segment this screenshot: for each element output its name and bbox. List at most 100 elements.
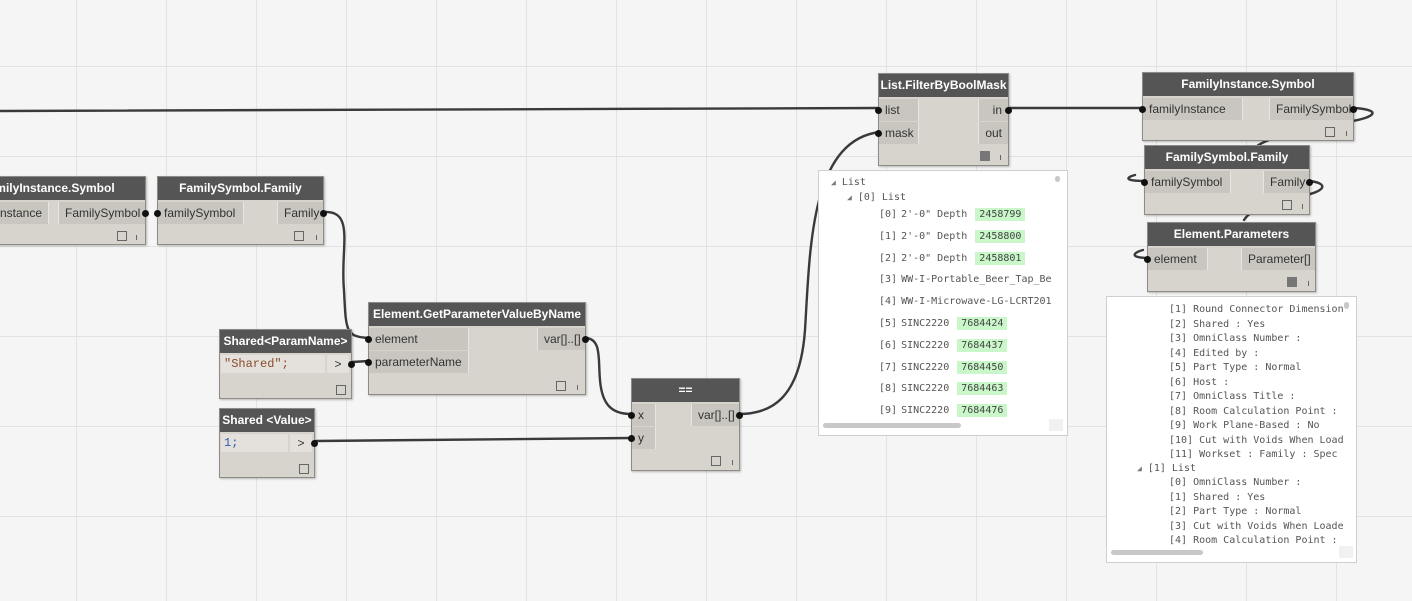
input-connector[interactable] <box>365 336 372 343</box>
port-in[interactable]: in <box>978 99 1008 121</box>
port-element[interactable]: element <box>1148 248 1208 270</box>
node-title[interactable]: Shared <Value> <box>220 409 314 432</box>
port-parameter-list[interactable]: Parameter[] <box>1241 248 1315 270</box>
resize-grip-icon[interactable] <box>136 235 137 240</box>
node-title[interactable]: == <box>632 379 739 402</box>
element-id-badge[interactable]: 7684424 <box>957 317 1008 330</box>
output-connector[interactable] <box>582 336 589 343</box>
port-familysymbol[interactable]: FamilySymbol <box>1269 98 1353 120</box>
port-y[interactable]: y <box>632 427 656 449</box>
preview-list-item[interactable]: [4] Room Calculation Point : <box>1169 533 1338 549</box>
port-familysymbol[interactable]: familySymbol <box>1145 171 1231 193</box>
node-list-filterbyboolmask[interactable]: List.FilterByBoolMask list mask in out <box>875 73 1012 166</box>
preview-list-item[interactable]: [7] SINC2220 7684450 <box>879 360 1008 376</box>
output-arrow[interactable]: > <box>327 355 349 373</box>
preview-toggle-icon[interactable] <box>1287 277 1297 287</box>
code-block-input[interactable]: "Shared"; <box>221 355 325 373</box>
output-connector[interactable] <box>1306 179 1313 186</box>
node-element-parameters[interactable]: Element.Parameters element Parameter[] <box>1144 222 1316 292</box>
node-equals[interactable]: == x y var[]..[] <box>628 378 743 471</box>
output-connector[interactable] <box>142 210 149 217</box>
input-connector[interactable] <box>1141 179 1148 186</box>
preview-toggle-icon[interactable] <box>1325 127 1335 137</box>
output-connector[interactable] <box>348 361 355 368</box>
input-connector[interactable] <box>628 412 635 419</box>
port-out[interactable]: out <box>978 122 1008 144</box>
node-title[interactable]: FamilySymbol.Family <box>158 177 323 200</box>
preview-list-item[interactable]: [1] 2'-0" Depth 2458800 <box>879 229 1026 245</box>
preview-list-item[interactable]: [6] SINC2220 7684437 <box>879 338 1008 354</box>
port-x[interactable]: x <box>632 404 656 426</box>
preview-toggle-icon[interactable] <box>711 456 721 466</box>
port-familysymbol[interactable]: familySymbol <box>158 202 244 224</box>
node-shared-value[interactable]: Shared <Value> 1; > <box>219 408 318 478</box>
node-element-getparametervaluebyname[interactable]: Element.GetParameterValueByName element … <box>365 302 589 395</box>
element-id-badge[interactable]: 7684476 <box>957 404 1008 418</box>
node-shared-paramname[interactable]: Shared<ParamName> "Shared"; > <box>219 329 355 399</box>
vertical-scrollbar[interactable] <box>1055 176 1060 182</box>
input-connector[interactable] <box>1144 256 1151 263</box>
collapse-triangle-icon[interactable]: ◢ <box>847 190 852 206</box>
preview-toggle-icon[interactable] <box>117 231 127 241</box>
output-connector[interactable] <box>1005 107 1012 114</box>
resize-grip-icon[interactable] <box>1000 155 1001 160</box>
preview-list-item[interactable]: [3] WW-I-Portable_Beer_Tap_Be <box>879 272 1052 288</box>
element-id-badge[interactable]: 7684463 <box>957 382 1008 396</box>
element-id-badge[interactable]: 7684437 <box>957 338 1008 352</box>
input-connector[interactable] <box>628 435 635 442</box>
element-id-badge[interactable]: 2458799 <box>975 208 1026 221</box>
parameters-preview-bubble[interactable]: [1] Round Connector Dimension [2] Shared … <box>1106 296 1357 563</box>
element-id-badge[interactable]: 7684450 <box>957 360 1008 374</box>
preview-toggle-icon[interactable] <box>980 151 990 161</box>
node-title[interactable]: Element.GetParameterValueByName <box>369 303 585 326</box>
input-connector[interactable] <box>154 210 161 217</box>
element-id-badge[interactable]: 2458800 <box>975 229 1026 243</box>
output-connector[interactable] <box>736 412 743 419</box>
port-element[interactable]: element <box>369 328 469 350</box>
output-connector[interactable] <box>320 210 327 217</box>
resize-grip-icon[interactable] <box>1302 204 1303 209</box>
port-mask[interactable]: mask <box>879 122 919 144</box>
preview-list-item[interactable]: [9] SINC2220 7684476 <box>879 403 1008 419</box>
port-list[interactable]: list <box>879 99 919 121</box>
resize-grip-icon[interactable] <box>316 235 317 240</box>
node-title[interactable]: Element.Parameters <box>1148 223 1315 246</box>
node-title[interactable]: FamilySymbol.Family <box>1145 146 1309 169</box>
resize-grip-icon[interactable] <box>732 460 733 465</box>
resize-grip-icon[interactable] <box>1346 131 1347 136</box>
preview-list-item[interactable]: [2] 2'-0" Depth 2458801 <box>879 251 1026 267</box>
preview-list-item[interactable]: [8] SINC2220 7684463 <box>879 381 1008 397</box>
node-title[interactable]: FamilyInstance.Symbol <box>1143 73 1353 96</box>
preview-toggle-icon[interactable] <box>556 381 566 391</box>
code-block-input[interactable]: 1; <box>221 434 288 452</box>
input-connector[interactable] <box>1139 106 1146 113</box>
output-connector[interactable] <box>311 440 318 447</box>
node-title[interactable]: FamilyInstance.Symbol <box>0 177 145 200</box>
output-arrow[interactable]: > <box>290 434 312 452</box>
horizontal-scrollbar[interactable] <box>1111 550 1203 555</box>
port-family[interactable]: Family <box>1263 171 1309 193</box>
preview-list-item[interactable]: [0] 2'-0" Depth 2458799 <box>879 207 1026 223</box>
node-familysymbol-family-right[interactable]: FamilySymbol.Family familySymbol Family <box>1141 145 1313 215</box>
port-family[interactable]: Family <box>277 202 323 224</box>
output-connector[interactable] <box>1350 106 1357 113</box>
vertical-scrollbar[interactable] <box>1344 302 1349 309</box>
node-title[interactable]: List.FilterByBoolMask <box>879 74 1008 97</box>
port-familyinstance[interactable]: familyInstance <box>1143 98 1243 120</box>
preview-root[interactable]: ◢ List <box>831 175 866 191</box>
input-connector[interactable] <box>875 107 882 114</box>
resize-grip-icon[interactable] <box>1308 281 1309 286</box>
port-output[interactable]: var[]..[] <box>691 404 739 426</box>
port-output[interactable]: var[]..[] <box>537 328 585 350</box>
collapse-triangle-icon[interactable]: ◢ <box>1137 461 1142 477</box>
preview-toggle-icon[interactable] <box>299 464 309 474</box>
port-familysymbol[interactable]: FamilySymbol <box>58 202 145 224</box>
port-familyinstance[interactable]: familyInstance <box>0 202 49 224</box>
element-id-badge[interactable]: 2458801 <box>975 251 1026 265</box>
node-title[interactable]: Shared<ParamName> <box>220 330 351 353</box>
node-familyinstance-symbol-left[interactable]: FamilyInstance.Symbol familyInstance Fam… <box>0 176 149 245</box>
node-familysymbol-family-left[interactable]: FamilySymbol.Family familySymbol Family <box>154 176 327 245</box>
filter-preview-bubble[interactable]: ◢ List ◢ [0] List [0] 2'-0" Depth 2458799 [1]… <box>818 170 1068 436</box>
collapse-triangle-icon[interactable]: ◢ <box>831 175 836 191</box>
preview-sublist[interactable]: ◢ [0] List <box>847 190 906 206</box>
